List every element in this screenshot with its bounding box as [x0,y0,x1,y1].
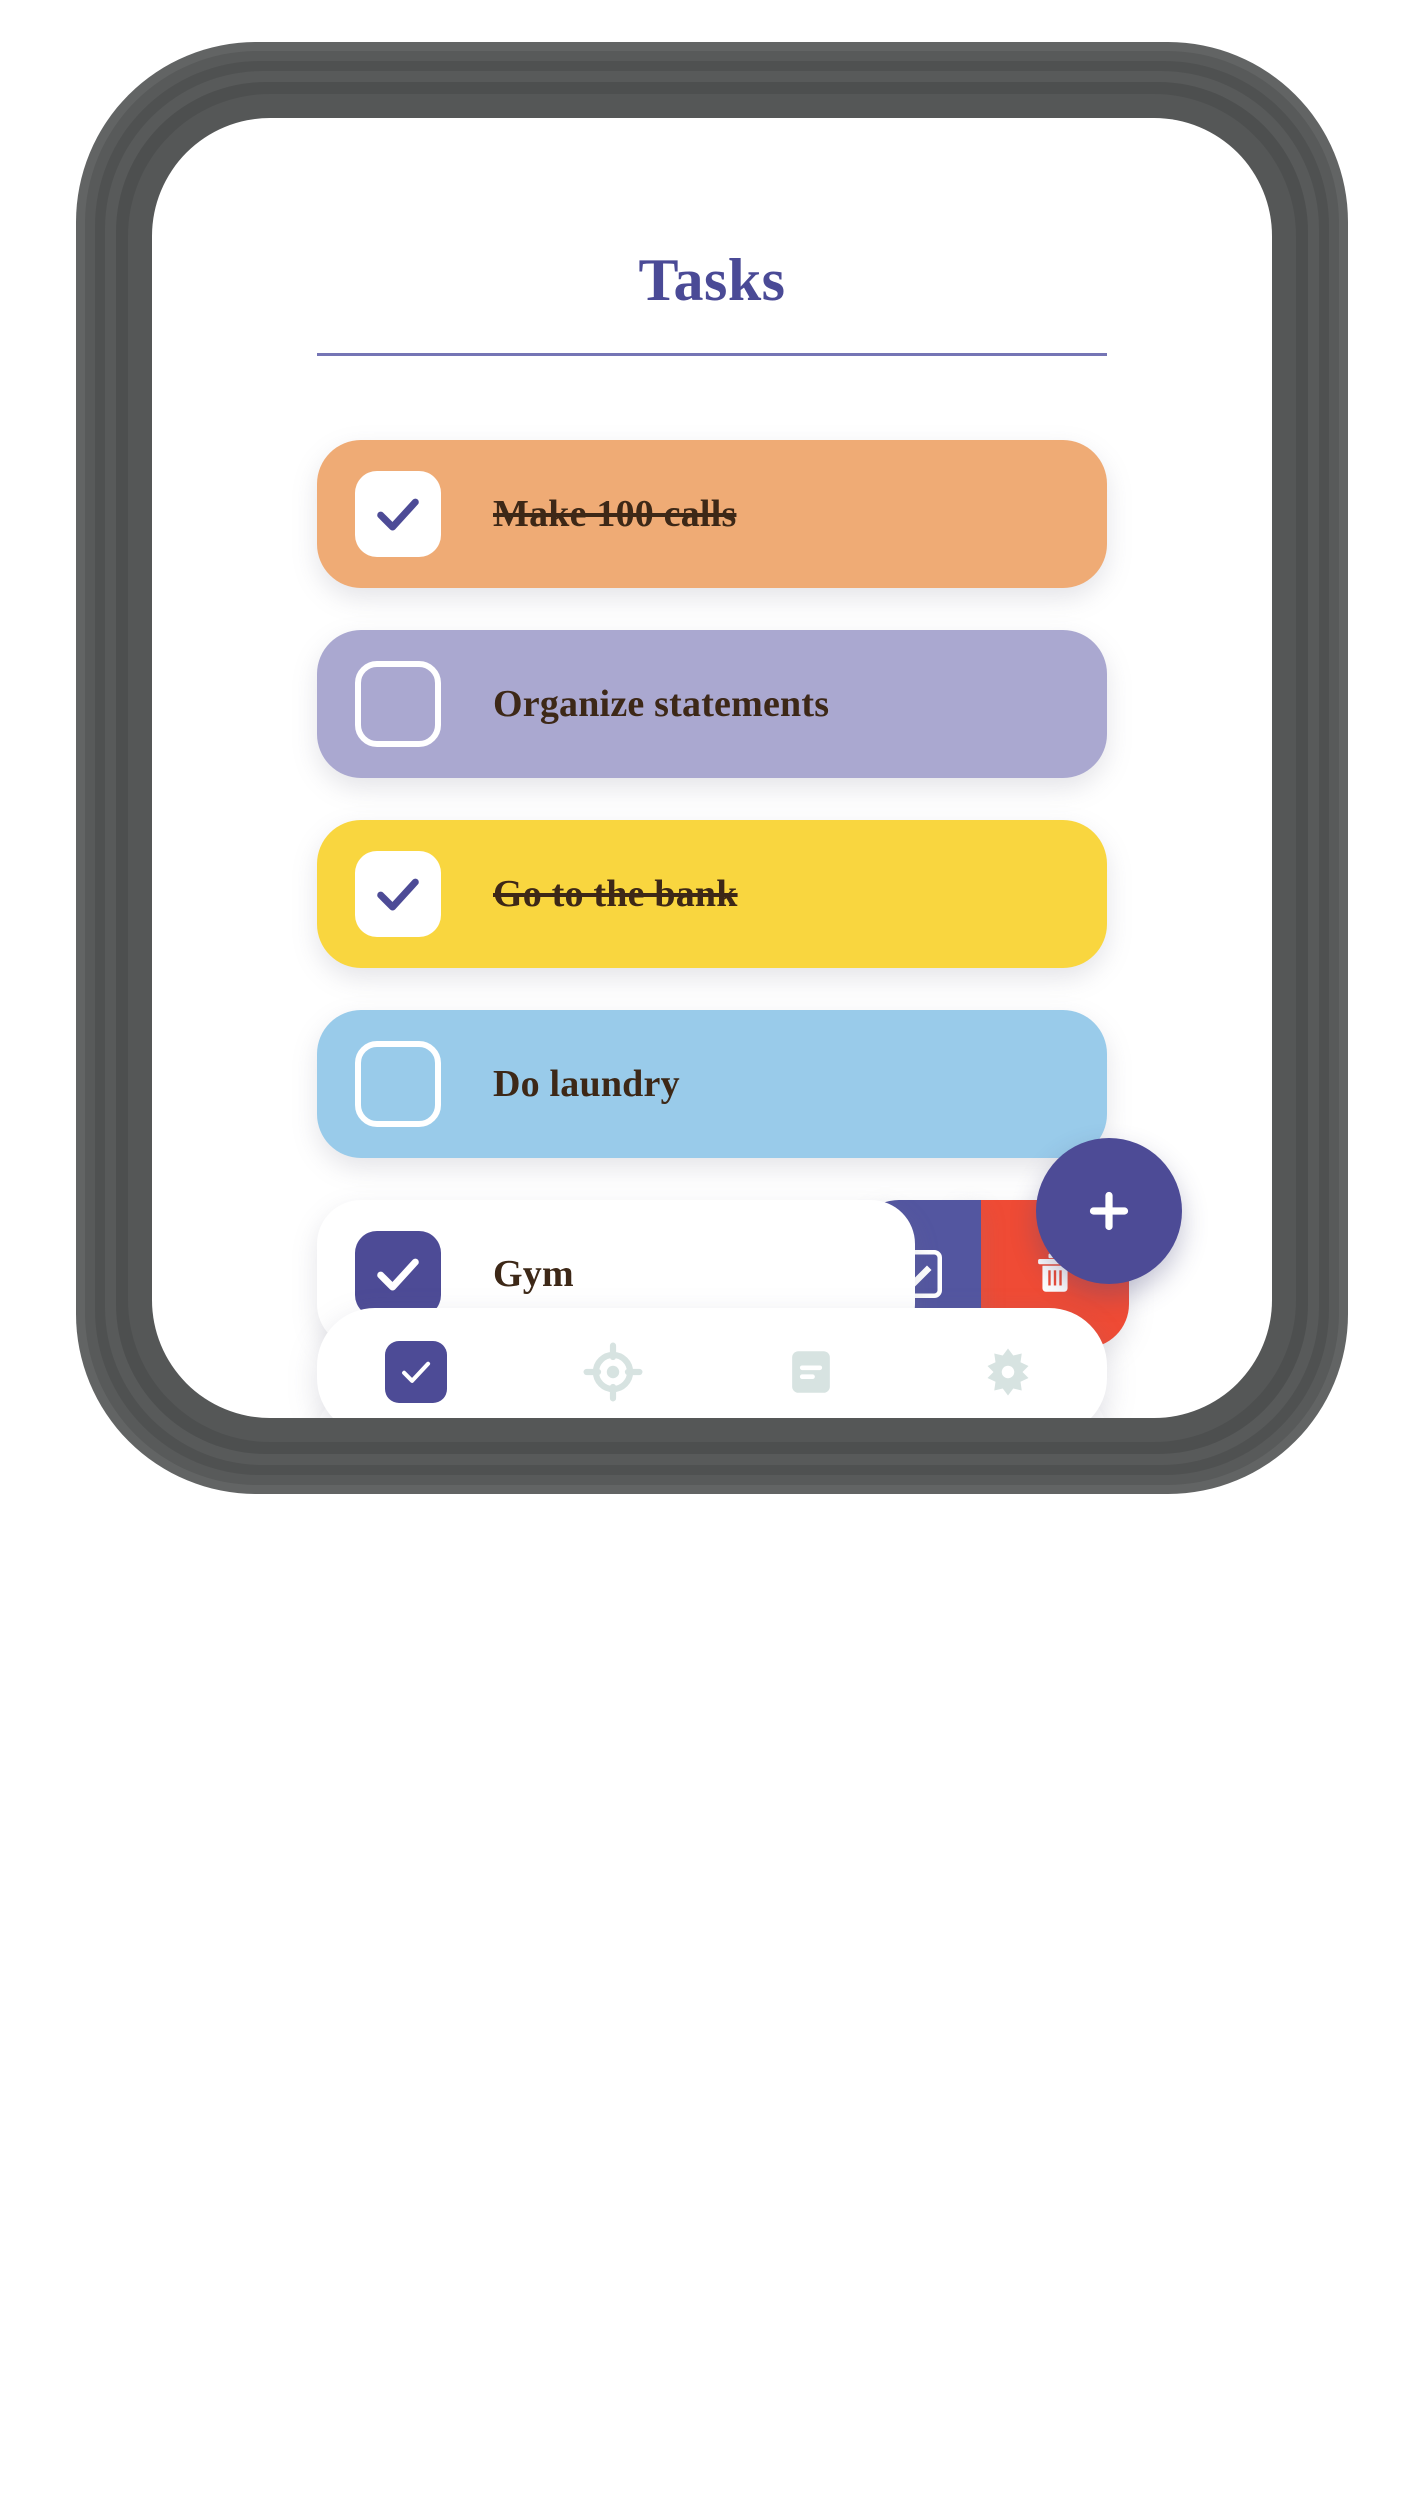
task-label: Gym [493,1252,574,1295]
check-icon [377,1258,419,1291]
task-label: Make 100 calls [493,492,737,535]
task-label: Organize statements [493,682,830,725]
nav-item-tasks[interactable] [317,1308,515,1418]
phone-screen: Tasks Make 100 calls Organize statements… [152,118,1272,1418]
bottom-navigation-bar [317,1308,1107,1418]
task-card-do-laundry[interactable]: Do laundry [317,1010,1107,1158]
task-checkbox-checked[interactable] [355,471,441,557]
page-title: Tasks [638,247,786,313]
task-label: Go to the bank [493,872,738,915]
task-checkbox-unchecked[interactable] [355,661,441,747]
check-icon [377,878,419,911]
nav-active-indicator [384,1341,447,1403]
nav-item-settings[interactable] [910,1308,1108,1418]
task-label: Do laundry [493,1062,680,1105]
task-checkbox-checked[interactable] [355,1231,441,1317]
plus-icon [1089,1191,1129,1231]
check-icon [377,498,419,531]
note-list-icon [791,1351,830,1393]
checkbox-check-icon [401,1361,430,1383]
nav-item-focus[interactable] [515,1308,713,1418]
target-crosshair-icon [583,1342,643,1402]
task-row[interactable]: Do laundry [152,1010,1272,1158]
task-row[interactable]: Make 100 calls [152,440,1272,588]
task-checkbox-unchecked[interactable] [355,1041,441,1127]
nav-item-notes[interactable] [712,1308,910,1418]
add-task-fab[interactable] [1036,1138,1182,1284]
app-header: Tasks [152,118,1272,356]
task-checkbox-checked[interactable] [355,851,441,937]
task-card-organize-statements[interactable]: Organize statements [317,630,1107,778]
task-row[interactable]: Organize statements [152,630,1272,778]
header-divider [317,353,1107,356]
task-card-make-100-calls[interactable]: Make 100 calls [317,440,1107,588]
phone-frame: Tasks Make 100 calls Organize statements… [76,42,1348,1494]
task-row[interactable]: Go to the bank [152,820,1272,968]
task-card-go-to-the-bank[interactable]: Go to the bank [317,820,1107,968]
gear-icon [987,1348,1029,1396]
